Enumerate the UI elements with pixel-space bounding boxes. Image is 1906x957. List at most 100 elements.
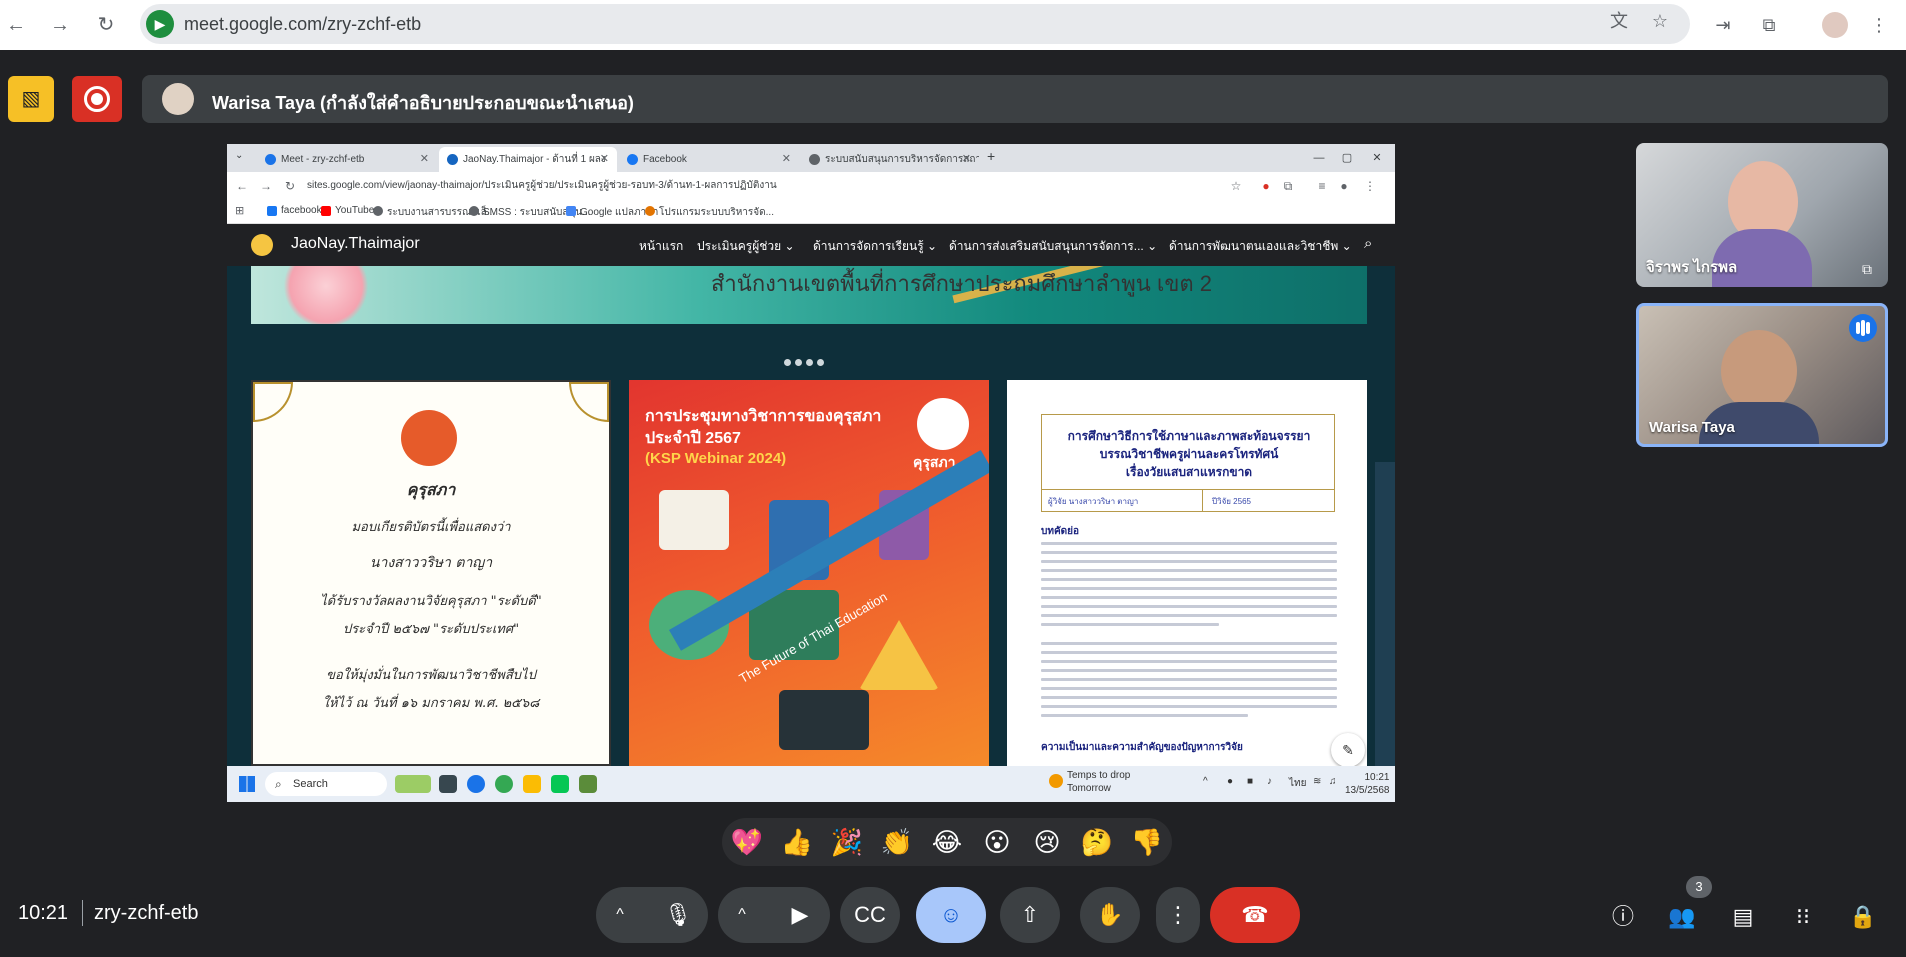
reaction-thinking-icon[interactable]: 🤔	[1080, 826, 1114, 860]
window-close-icon[interactable]: ✕	[1367, 148, 1387, 168]
chevron-up-icon[interactable]: ^	[718, 887, 766, 943]
nav-home[interactable]: หน้าแรก	[639, 237, 683, 256]
site-title[interactable]: JaoNay.Thaimajor	[291, 235, 420, 253]
more-options-icon[interactable]: ⋮	[1156, 887, 1200, 943]
taskbar-clock[interactable]: 10:21 13/5/2568	[1345, 771, 1390, 797]
widgets-icon[interactable]	[395, 775, 431, 793]
annotation-pen-icon[interactable]: ✎	[1331, 733, 1365, 767]
carousel-dot[interactable]	[806, 359, 813, 366]
sign-in-icon[interactable]: ⇥	[1710, 12, 1736, 38]
participant-tile[interactable]: จิราพร ไกรพล ⧉	[1636, 143, 1888, 287]
tab-close-icon[interactable]: ✕	[600, 147, 609, 172]
shared-url[interactable]: sites.google.com/view/jaonay-thaimajor/ป…	[307, 178, 1187, 193]
minimize-icon[interactable]: —	[1309, 148, 1329, 168]
extensions-icon[interactable]: ⧉	[1279, 177, 1297, 195]
media-icon[interactable]: ≡	[1313, 177, 1331, 195]
participant-tile-active-speaker[interactable]: Warisa Taya	[1636, 303, 1888, 447]
taskbar-search[interactable]: ⌕ Search	[265, 772, 387, 796]
bookmark-facebook[interactable]: facebook	[267, 205, 322, 216]
emoji-reactions-icon[interactable]: ☺	[916, 887, 986, 943]
carousel-dot[interactable]	[784, 359, 791, 366]
language-indicator[interactable]: ไทย	[1289, 776, 1306, 791]
bookmark-star-icon[interactable]: ☆	[1227, 177, 1245, 195]
reload-icon[interactable]: ↻	[92, 11, 120, 39]
reaction-heart-icon[interactable]: 💖	[730, 826, 764, 860]
back-arrow-icon[interactable]: ←	[233, 177, 251, 195]
app-icon[interactable]	[579, 775, 597, 793]
profile-avatar-icon[interactable]	[1822, 12, 1848, 38]
volume-icon[interactable]: ♫	[1329, 776, 1337, 787]
reaction-party-icon[interactable]: 🎉	[830, 826, 864, 860]
forward-arrow-icon[interactable]: →	[46, 11, 74, 39]
new-tab-icon[interactable]: +	[987, 148, 995, 164]
translate-icon[interactable]: 文	[1608, 10, 1630, 32]
nav-self-development[interactable]: ด้านการพัฒนาตนเองและวิชาชีพ ⌄	[1169, 237, 1352, 256]
back-arrow-icon[interactable]: ←	[2, 11, 30, 39]
edge-icon[interactable]	[467, 775, 485, 793]
chat-icon[interactable]: ▤	[1728, 902, 1758, 932]
meet-site-icon[interactable]: ▶	[146, 10, 174, 38]
search-icon[interactable]: ⌕	[1364, 235, 1372, 252]
shared-tab-smss[interactable]: ระบบสนับสนุนการบริหารจัดการสถา ✕	[801, 147, 979, 172]
microphone-icon[interactable]: 🎙	[648, 887, 708, 943]
tab-close-icon[interactable]: ✕	[420, 147, 429, 172]
carousel-dot[interactable]	[795, 359, 802, 366]
reaction-clap-icon[interactable]: 👏	[880, 826, 914, 860]
present-screen-icon[interactable]: ⇧	[1000, 887, 1060, 943]
profile-icon[interactable]: ●	[1335, 177, 1353, 195]
nav-assess-assistant-teacher[interactable]: ประเมินครูผู้ช่วย ⌄	[697, 237, 795, 256]
bookmark-youtube[interactable]: YouTube	[321, 205, 374, 216]
tab-close-icon[interactable]: ✕	[782, 147, 791, 172]
recording-icon[interactable]	[72, 76, 122, 122]
microphone-icon[interactable]: ♪	[1267, 776, 1272, 787]
captions-off-icon[interactable]: ▧	[8, 76, 54, 122]
shared-screen[interactable]: ⌄ Meet - zry-zchf-etb ✕ JaoNay.Thaimajor…	[227, 144, 1395, 802]
site-logo-icon[interactable]	[251, 234, 273, 256]
opera-extension-icon[interactable]: ●	[1257, 177, 1275, 195]
forward-arrow-icon[interactable]: →	[257, 177, 275, 195]
menu-kebab-icon[interactable]: ⋮	[1866, 12, 1892, 38]
reaction-surprised-icon[interactable]: 😮	[980, 826, 1014, 860]
shared-address-bar[interactable]: ← → ↻ sites.google.com/view/jaonay-thaim…	[227, 172, 1395, 200]
activities-grid-icon[interactable]: ⁝⁝	[1788, 902, 1818, 932]
ksp-webinar-card[interactable]: การประชุมทางวิชาการของคุรุสภา ประจำปี 25…	[629, 380, 989, 766]
windows-start-icon[interactable]	[239, 776, 255, 792]
captions-icon[interactable]: CC	[840, 887, 900, 943]
reaction-thumbs-up-icon[interactable]: 👍	[780, 826, 814, 860]
menu-kebab-icon[interactable]: ⋮	[1361, 177, 1379, 195]
raise-hand-icon[interactable]: ✋	[1080, 887, 1140, 943]
nav-learning-management[interactable]: ด้านการจัดการเรียนรู้ ⌄	[813, 237, 937, 256]
tray-app-icon[interactable]: ■	[1247, 776, 1253, 787]
leave-call-icon[interactable]: ☎	[1210, 887, 1300, 943]
extensions-icon[interactable]: ⧉	[1756, 12, 1782, 38]
line-icon[interactable]	[551, 775, 569, 793]
reload-icon[interactable]: ↻	[281, 177, 299, 195]
address-url[interactable]: meet.google.com/zry-zchf-etb	[184, 14, 421, 35]
shared-tab-jaonay[interactable]: JaoNay.Thaimajor - ด้านที่ 1 ผลง ✕	[439, 147, 617, 172]
tray-app-icon[interactable]: ●	[1227, 776, 1233, 787]
weather-icon[interactable]	[1049, 774, 1063, 788]
tab-close-icon[interactable]: ✕	[962, 147, 971, 172]
shared-tab-facebook[interactable]: Facebook ✕	[619, 147, 799, 172]
bookmark-program[interactable]: โปรแกรมระบบบริหารจัด...	[645, 205, 774, 220]
nav-support-management[interactable]: ด้านการส่งเสริมสนับสนุนการจัดการ... ⌄	[949, 237, 1157, 256]
meeting-info-icon[interactable]: ⓘ	[1608, 902, 1638, 932]
apps-grid-icon[interactable]: ⊞	[235, 204, 244, 217]
certificate-card[interactable]: คุรุสภา มอบเกียรติบัตรนี้เพื่อแสดงว่า นา…	[251, 380, 611, 766]
reaction-laugh-icon[interactable]: 😂	[930, 826, 964, 860]
address-bar[interactable]: ▶ meet.google.com/zry-zchf-etb	[140, 4, 1690, 44]
tab-search-icon[interactable]: ⌄	[235, 150, 243, 161]
chrome-icon[interactable]	[495, 775, 513, 793]
weather-widget[interactable]: Temps to drop Tomorrow	[1067, 769, 1130, 795]
carousel-indicators[interactable]	[784, 359, 844, 369]
chevron-up-icon[interactable]: ^	[596, 887, 644, 943]
task-view-icon[interactable]	[439, 775, 457, 793]
shared-tab-meet[interactable]: Meet - zry-zchf-etb ✕	[257, 147, 437, 172]
host-controls-lock-icon[interactable]: 🔒	[1848, 902, 1878, 932]
wifi-icon[interactable]: ≋	[1313, 776, 1321, 787]
camera-icon[interactable]: ▶	[770, 887, 830, 943]
carousel-dot[interactable]	[817, 359, 824, 366]
research-paper-card[interactable]: การศึกษาวิธีการใช้ภาษาและภาพสะท้อนจรรยา …	[1007, 380, 1367, 766]
maximize-icon[interactable]: ▢	[1337, 148, 1357, 168]
bookmark-star-icon[interactable]: ☆	[1649, 10, 1671, 32]
